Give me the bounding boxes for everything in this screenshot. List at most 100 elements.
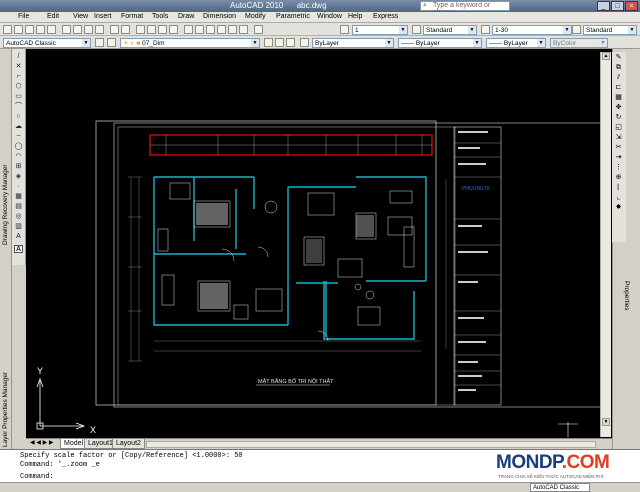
maximize-button[interactable]: □ [611, 1, 624, 11]
markup-icon[interactable] [228, 25, 237, 34]
line-icon[interactable]: / [14, 53, 23, 61]
vertical-scrollbar[interactable]: ▲ ▼ [600, 52, 611, 437]
dim-scale-combo[interactable]: 1-30 ▼ [492, 25, 572, 35]
menu-file[interactable]: File [18, 13, 29, 20]
mirror-icon[interactable]: ⫽ [614, 74, 623, 82]
save-icon[interactable] [25, 25, 34, 34]
command-prompt[interactable]: Command: [20, 473, 54, 481]
ellipse-icon[interactable]: ◯ [14, 143, 23, 151]
search-input[interactable]: ⌕Type a keyword or phrase [420, 1, 510, 16]
construction-line-icon[interactable]: ✕ [14, 63, 23, 71]
linetype-combo[interactable]: —— ByLayer ▼ [398, 38, 482, 48]
break-icon[interactable]: ⋮ [614, 164, 623, 172]
gradient-icon[interactable]: ▤ [14, 203, 23, 211]
revision-cloud-icon[interactable]: ☁ [14, 123, 23, 131]
rectangle-icon[interactable]: ▭ [14, 93, 23, 101]
new-icon[interactable] [3, 25, 12, 34]
make-current-icon[interactable] [264, 38, 273, 47]
menu-parametric[interactable]: Parametric [276, 13, 310, 20]
menu-express[interactable]: Express [373, 13, 398, 20]
rotate-icon[interactable]: ↻ [614, 114, 623, 122]
zoom-realtime-icon[interactable] [147, 25, 156, 34]
fillet-icon[interactable]: ⌞ [614, 194, 623, 202]
scale-combo[interactable]: 1 ▼ [352, 25, 408, 35]
array-icon[interactable]: ▦ [614, 94, 623, 102]
horizontal-scrollbar[interactable] [146, 441, 596, 448]
move-icon[interactable]: ✥ [614, 104, 623, 112]
scale-object-icon[interactable]: ◱ [614, 124, 623, 132]
arc-icon[interactable]: ⌒ [14, 103, 23, 111]
drawing-recovery-tab[interactable]: Drawing Recovery Manager [2, 164, 9, 245]
cut-icon[interactable] [62, 25, 71, 34]
layer-manager-icon[interactable] [107, 38, 116, 47]
pan-icon[interactable] [136, 25, 145, 34]
match-properties-icon[interactable] [95, 25, 104, 34]
drawing-canvas[interactable]: PHUONGTK MẶT BẰNG BỐ TRÍ NỘI THẤT Y X [26, 49, 612, 438]
minimize-button[interactable]: _ [597, 1, 610, 11]
layer-properties-tab[interactable]: Layer Properties Manager [2, 372, 9, 447]
copy-icon[interactable] [73, 25, 82, 34]
hatch-icon[interactable]: ▦ [14, 193, 23, 201]
insert-block-icon[interactable]: ⊞ [14, 163, 23, 171]
extend-icon[interactable]: ⇥ [614, 154, 623, 162]
redo-icon[interactable] [121, 25, 130, 34]
preview-icon[interactable] [47, 25, 56, 34]
ellipse-arc-icon[interactable]: ◠ [14, 153, 23, 161]
offset-icon[interactable]: ⊏ [614, 84, 623, 92]
scroll-down-icon[interactable]: ▼ [602, 418, 610, 426]
open-icon[interactable] [14, 25, 23, 34]
menu-insert[interactable]: Insert [94, 13, 112, 20]
point-icon[interactable]: · [14, 183, 23, 191]
erase-icon[interactable]: ✎ [614, 54, 623, 62]
explode-icon[interactable]: ✸ [614, 204, 623, 212]
help-icon[interactable] [254, 25, 263, 34]
chamfer-icon[interactable]: ⌊ [614, 184, 623, 192]
spline-icon[interactable]: ~ [14, 133, 23, 141]
zoom-window-icon[interactable] [158, 25, 167, 34]
text-style-combo[interactable]: Standard ▼ [423, 25, 477, 35]
layer-combo[interactable]: ☀ ◐ ■ 07_Dim ▼ [120, 38, 260, 48]
quickcalc-icon[interactable] [239, 25, 248, 34]
workspace-settings-icon[interactable] [95, 38, 104, 47]
join-icon[interactable]: ⊕ [614, 174, 623, 182]
tab-layout2[interactable]: Layout2 [112, 439, 145, 449]
menu-view[interactable]: View [73, 13, 88, 20]
circle-icon[interactable]: ○ [14, 113, 23, 121]
tab-nav-arrows-icon[interactable]: ◀ ◀ ▶ ▶ [30, 439, 53, 446]
undo-icon[interactable] [110, 25, 119, 34]
multiline-text-icon[interactable]: A [14, 233, 23, 241]
paste-icon[interactable] [84, 25, 93, 34]
trim-icon[interactable]: ✂ [614, 144, 623, 152]
workspace-combo[interactable]: AutoCAD Classic ▼ [3, 38, 91, 48]
properties-tab[interactable]: Properties [623, 281, 630, 311]
workspace-status-combo[interactable]: AutoCAD Classic [530, 483, 590, 492]
zoom-previous-icon[interactable] [169, 25, 178, 34]
menu-dimension[interactable]: Dimension [203, 13, 236, 20]
tool-palettes-icon[interactable] [206, 25, 215, 34]
text-icon[interactable]: A [14, 245, 23, 253]
color-combo[interactable]: ByLayer ▼ [312, 38, 394, 48]
sheet-set-icon[interactable] [217, 25, 226, 34]
dim-style-combo[interactable]: Standard ▼ [583, 25, 637, 35]
lineweight-combo[interactable]: —— ByLayer ▼ [486, 38, 546, 48]
layer-states-icon[interactable] [286, 38, 295, 47]
menu-help[interactable]: Help [348, 13, 362, 20]
close-button[interactable]: × [625, 1, 638, 11]
menu-window[interactable]: Window [317, 13, 342, 20]
menu-format[interactable]: Format [121, 13, 143, 20]
properties-icon[interactable] [184, 25, 193, 34]
menu-tools[interactable]: Tools [152, 13, 168, 20]
stretch-icon[interactable]: ⇲ [614, 134, 623, 142]
region-icon[interactable]: ◎ [14, 213, 23, 221]
menu-modify[interactable]: Modify [245, 13, 266, 20]
scroll-up-icon[interactable]: ▲ [602, 52, 610, 60]
design-center-icon[interactable] [195, 25, 204, 34]
polyline-icon[interactable]: ⌐ [14, 73, 23, 81]
print-icon[interactable] [36, 25, 45, 34]
make-block-icon[interactable]: ◈ [14, 173, 23, 181]
copy-object-icon[interactable]: ⧉ [614, 64, 623, 72]
polygon-icon[interactable]: ⬡ [14, 83, 23, 91]
table-icon[interactable]: ▥ [14, 223, 23, 231]
layer-previous-icon[interactable] [275, 38, 284, 47]
menu-draw[interactable]: Draw [178, 13, 194, 20]
